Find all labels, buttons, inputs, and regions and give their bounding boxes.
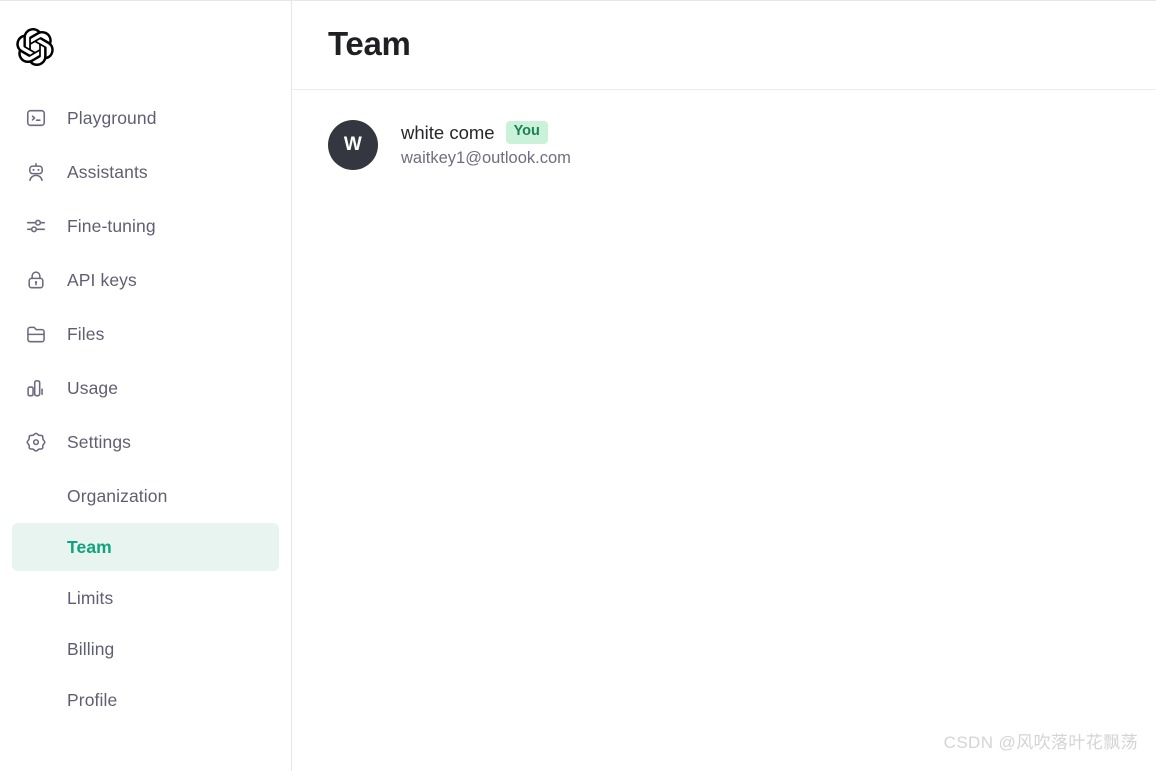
logo-container[interactable] bbox=[0, 1, 291, 93]
sidebar-subitem-label: Organization bbox=[67, 485, 168, 506]
sidebar-item-label: Assistants bbox=[67, 161, 148, 182]
sidebar-item-label: Fine-tuning bbox=[67, 215, 156, 236]
sidebar-item-playground[interactable]: Playground bbox=[12, 91, 279, 145]
sidebar-item-team[interactable]: Team bbox=[12, 523, 279, 571]
primary-nav: Playground Assistants Fine-tuning API ke… bbox=[0, 91, 291, 724]
sidebar-item-billing[interactable]: Billing bbox=[12, 625, 279, 673]
watermark: CSDN @风吹落叶花飘荡 bbox=[943, 733, 1138, 752]
terminal-icon bbox=[24, 106, 48, 130]
sliders-icon bbox=[24, 214, 48, 238]
sidebar: Playground Assistants Fine-tuning API ke… bbox=[0, 1, 292, 771]
member-info: white come You waitkey1@outlook.com bbox=[401, 121, 571, 169]
sidebar-item-label: Usage bbox=[67, 377, 119, 398]
member-name-line: white come You bbox=[401, 121, 571, 145]
sidebar-item-fine-tuning[interactable]: Fine-tuning bbox=[12, 199, 279, 253]
sidebar-item-usage[interactable]: Usage bbox=[12, 361, 279, 415]
table-row[interactable]: W white come You waitkey1@outlook.com bbox=[328, 120, 1120, 170]
sidebar-item-files[interactable]: Files bbox=[12, 307, 279, 361]
sidebar-subitem-label: Billing bbox=[67, 638, 115, 659]
sidebar-item-label: Settings bbox=[67, 431, 132, 452]
main-content: Team W white come You waitkey1@outlook.c… bbox=[292, 1, 1156, 771]
sidebar-item-organization[interactable]: Organization bbox=[12, 472, 279, 520]
openai-logo-icon bbox=[16, 28, 54, 66]
settings-subnav: Organization Team Limits Billing Profile bbox=[0, 472, 291, 724]
page-title: Team bbox=[328, 24, 411, 62]
sidebar-item-label: API keys bbox=[67, 269, 137, 290]
sidebar-item-assistants[interactable]: Assistants bbox=[12, 145, 279, 199]
team-member-list: W white come You waitkey1@outlook.com bbox=[292, 90, 1156, 170]
sidebar-item-api-keys[interactable]: API keys bbox=[12, 253, 279, 307]
sidebar-subitem-label: Profile bbox=[67, 689, 118, 710]
status-badge: You bbox=[505, 121, 548, 145]
app-root: Playground Assistants Fine-tuning API ke… bbox=[0, 0, 1156, 771]
sidebar-item-profile[interactable]: Profile bbox=[12, 676, 279, 724]
sidebar-item-limits[interactable]: Limits bbox=[12, 574, 279, 622]
sidebar-item-label: Playground bbox=[67, 107, 157, 128]
member-name: white come bbox=[401, 122, 495, 144]
sidebar-subitem-label: Limits bbox=[67, 587, 114, 608]
member-email: waitkey1@outlook.com bbox=[401, 149, 571, 168]
lock-icon bbox=[24, 268, 48, 292]
avatar: W bbox=[328, 120, 378, 170]
sidebar-item-settings[interactable]: Settings bbox=[12, 415, 279, 469]
bar-chart-icon bbox=[24, 376, 48, 400]
sidebar-item-label: Files bbox=[67, 323, 105, 344]
main-header: Team bbox=[292, 1, 1156, 90]
gear-icon bbox=[24, 430, 48, 454]
robot-icon bbox=[24, 160, 48, 184]
sidebar-subitem-label: Team bbox=[67, 536, 112, 557]
folder-icon bbox=[24, 322, 48, 346]
